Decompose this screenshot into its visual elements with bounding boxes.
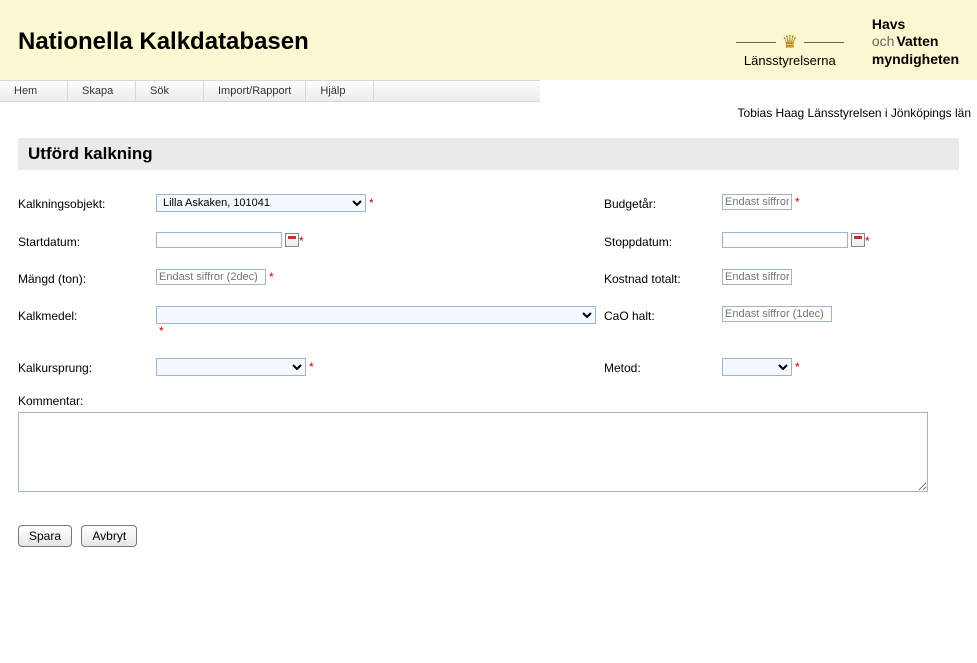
budgetar-input[interactable]	[722, 194, 792, 210]
label-mangd: Mängd (ton):	[18, 269, 148, 286]
header-logos: ♛ Länsstyrelserna Havs ochVatten myndigh…	[736, 16, 959, 69]
kostnad-input[interactable]	[722, 269, 792, 285]
label-kalkmedel: Kalkmedel:	[18, 306, 148, 323]
metod-select[interactable]	[722, 358, 792, 376]
menubar: Hem Skapa Sök Import/Rapport Hjälp	[0, 80, 540, 102]
label-budgetar: Budgetår:	[604, 194, 714, 211]
menu-sok[interactable]: Sök	[136, 81, 204, 101]
required-mark: *	[795, 195, 800, 209]
kalkursprung-select[interactable]	[156, 358, 306, 376]
label-kommentar: Kommentar:	[18, 394, 959, 408]
kommentar-row: Kommentar:	[18, 394, 959, 495]
menu-import-rapport[interactable]: Import/Rapport	[204, 81, 306, 101]
cao-input[interactable]	[722, 306, 832, 322]
kalkmedel-select[interactable]	[156, 306, 596, 324]
label-stoppdatum: Stoppdatum:	[604, 232, 714, 249]
form-grid: Kalkningsobjekt: Lilla Askaken, 101041 *…	[18, 194, 959, 376]
section-title: Utförd kalkning	[18, 138, 959, 170]
stoppdatum-input[interactable]	[722, 232, 848, 248]
menu-hjalp[interactable]: Hjälp	[306, 81, 374, 101]
calendar-icon[interactable]	[285, 233, 299, 247]
label-metod: Metod:	[604, 358, 714, 375]
user-info: Tobias Haag Länsstyrelsen i Jönköpings l…	[0, 102, 977, 120]
logo-havsvatten: Havs ochVatten myndigheten	[872, 16, 959, 69]
header: Nationella Kalkdatabasen ♛ Länsstyrelser…	[0, 0, 977, 80]
label-kalkningsobjekt: Kalkningsobjekt:	[18, 194, 148, 211]
spara-button[interactable]: Spara	[18, 525, 72, 547]
app-title: Nationella Kalkdatabasen	[18, 28, 309, 56]
avbryt-button[interactable]: Avbryt	[81, 525, 137, 547]
required-mark: *	[369, 196, 374, 210]
menu-skapa[interactable]: Skapa	[68, 81, 136, 101]
logo-lans-text: Länsstyrelserna	[736, 53, 844, 68]
required-mark: *	[309, 360, 314, 374]
crown-icon: ♛	[782, 32, 798, 53]
calendar-icon[interactable]	[851, 233, 865, 247]
required-mark: *	[795, 360, 800, 374]
required-mark: *	[299, 234, 304, 248]
button-row: Spara Avbryt	[18, 525, 959, 547]
mangd-input[interactable]	[156, 269, 266, 285]
kalkningsobjekt-select[interactable]: Lilla Askaken, 101041	[156, 194, 366, 212]
logo-lansstyrelserna: ♛ Länsstyrelserna	[736, 32, 844, 68]
required-mark: *	[159, 324, 164, 338]
label-kostnad: Kostnad totalt:	[604, 269, 714, 286]
label-startdatum: Startdatum:	[18, 232, 148, 249]
content: Utförd kalkning Kalkningsobjekt: Lilla A…	[0, 120, 977, 565]
label-cao: CaO halt:	[604, 306, 714, 323]
required-mark: *	[269, 270, 274, 284]
startdatum-input[interactable]	[156, 232, 282, 248]
menu-hem[interactable]: Hem	[0, 81, 68, 101]
required-mark: *	[865, 234, 870, 248]
kommentar-textarea[interactable]	[18, 412, 928, 492]
label-kalkursprung: Kalkursprung:	[18, 358, 148, 375]
